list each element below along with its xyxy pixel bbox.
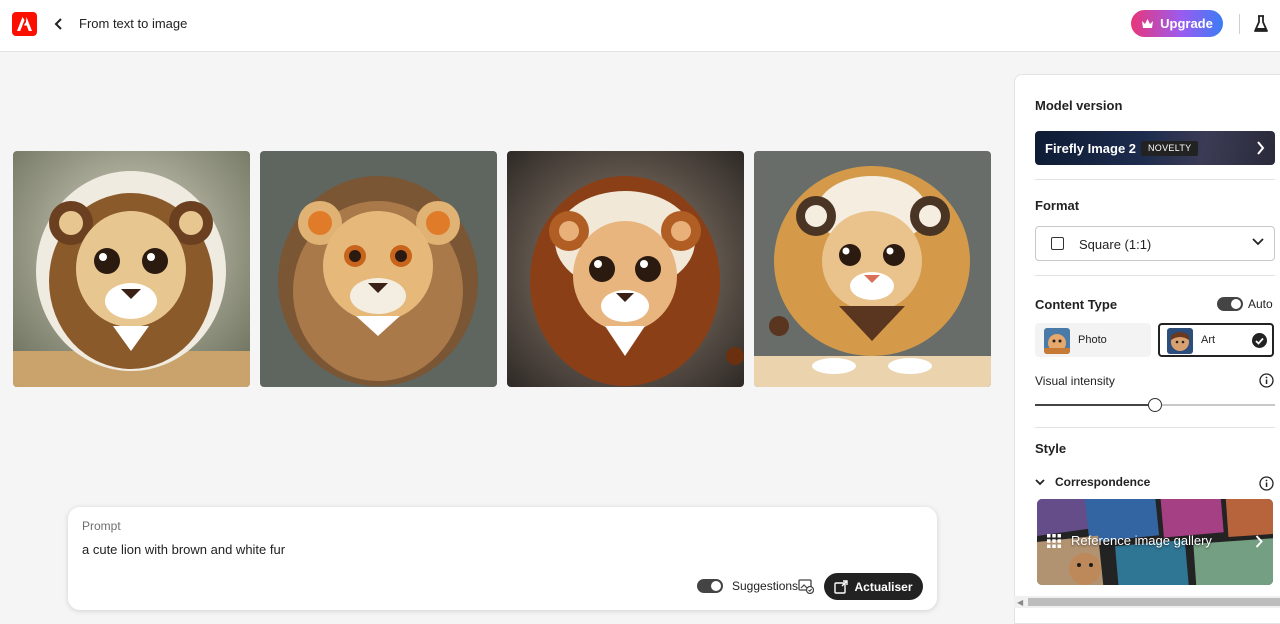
content-type-title: Content Type: [1035, 297, 1118, 312]
content-type-photo[interactable]: Photo: [1035, 323, 1151, 357]
page-title: From text to image: [79, 16, 188, 31]
suggestions-toggle[interactable]: [697, 579, 723, 593]
art-thumbnail: [1167, 328, 1193, 354]
scroll-left-arrow-icon[interactable]: ◀: [1017, 598, 1023, 607]
header-divider: [1239, 14, 1240, 34]
lion-illustration: [260, 151, 497, 387]
flask-icon[interactable]: [1251, 13, 1271, 35]
photo-label: Photo: [1078, 334, 1107, 346]
slider-track: [1162, 404, 1275, 406]
art-label: Art: [1201, 334, 1216, 346]
top-bar: From text to image Upgrade: [0, 0, 1280, 52]
visual-intensity-label: Visual intensity: [1035, 374, 1115, 388]
lion-image-3[interactable]: [507, 151, 744, 387]
format-dropdown[interactable]: Square (1:1): [1035, 226, 1275, 261]
lion-image-4[interactable]: [754, 151, 991, 387]
lion-illustration: [754, 151, 991, 387]
info-icon[interactable]: [1259, 476, 1274, 491]
auto-label: Auto: [1248, 297, 1273, 311]
divider: [1035, 427, 1275, 428]
panel-horizontal-scrollbar[interactable]: ◀: [1014, 596, 1280, 608]
suggestions-label: Suggestions: [732, 579, 799, 593]
model-version-title: Model version: [1035, 98, 1123, 113]
refresh-button[interactable]: Actualiser: [824, 573, 923, 600]
format-selected: Square (1:1): [1079, 237, 1152, 252]
refresh-label: Actualiser: [854, 579, 913, 594]
prompt-card: Prompt a cute lion with brown and white …: [68, 507, 937, 610]
prompt-label: Prompt: [82, 519, 121, 533]
lion-image-2[interactable]: [260, 151, 497, 387]
grid-icon: [1047, 534, 1061, 548]
checkmark-icon: [1252, 333, 1267, 348]
settings-panel: Model version Firefly Image 2 NOVELTY Fo…: [1014, 74, 1280, 624]
model-name: Firefly Image 2: [1045, 141, 1137, 156]
upgrade-label: Upgrade: [1160, 16, 1213, 31]
content-type-art[interactable]: Art: [1158, 323, 1274, 357]
lion-illustration: [13, 151, 250, 387]
chevron-right-icon: [1257, 141, 1265, 155]
slider-track-fill: [1035, 404, 1148, 406]
suggestions-image-icon[interactable]: [798, 578, 815, 595]
correspondence-label: Correspondence: [1055, 475, 1151, 489]
chevron-down-icon: [1035, 478, 1045, 485]
adobe-logo-icon[interactable]: [12, 12, 37, 36]
model-badge: NOVELTY: [1141, 141, 1199, 156]
scrollbar-thumb[interactable]: [1028, 598, 1280, 606]
upgrade-button[interactable]: Upgrade: [1131, 10, 1223, 37]
divider: [1035, 275, 1275, 276]
divider: [1035, 179, 1275, 180]
reference-image-gallery[interactable]: Reference image gallery: [1037, 499, 1273, 585]
lion-illustration: [507, 151, 744, 387]
format-title: Format: [1035, 198, 1080, 213]
style-title: Style: [1035, 441, 1067, 456]
slider-handle[interactable]: [1148, 398, 1162, 412]
crown-icon: [1142, 19, 1154, 28]
visual-intensity-slider[interactable]: [1035, 398, 1275, 412]
gallery-label: Reference image gallery: [1071, 533, 1212, 548]
correspondence-section-toggle[interactable]: Correspondence: [1035, 474, 1150, 490]
prompt-input[interactable]: a cute lion with brown and white fur: [82, 542, 285, 557]
model-version-selector[interactable]: Firefly Image 2 NOVELTY: [1035, 131, 1275, 165]
photo-thumbnail: [1044, 328, 1070, 354]
square-format-icon: [1051, 237, 1064, 250]
chevron-right-icon: [1255, 535, 1263, 548]
lion-image-1[interactable]: [13, 151, 250, 387]
chevron-down-icon: [1252, 238, 1264, 246]
info-icon[interactable]: [1259, 373, 1274, 388]
refresh-icon: [834, 579, 849, 594]
back-arrow-icon[interactable]: [50, 14, 68, 34]
auto-toggle[interactable]: [1217, 297, 1243, 311]
